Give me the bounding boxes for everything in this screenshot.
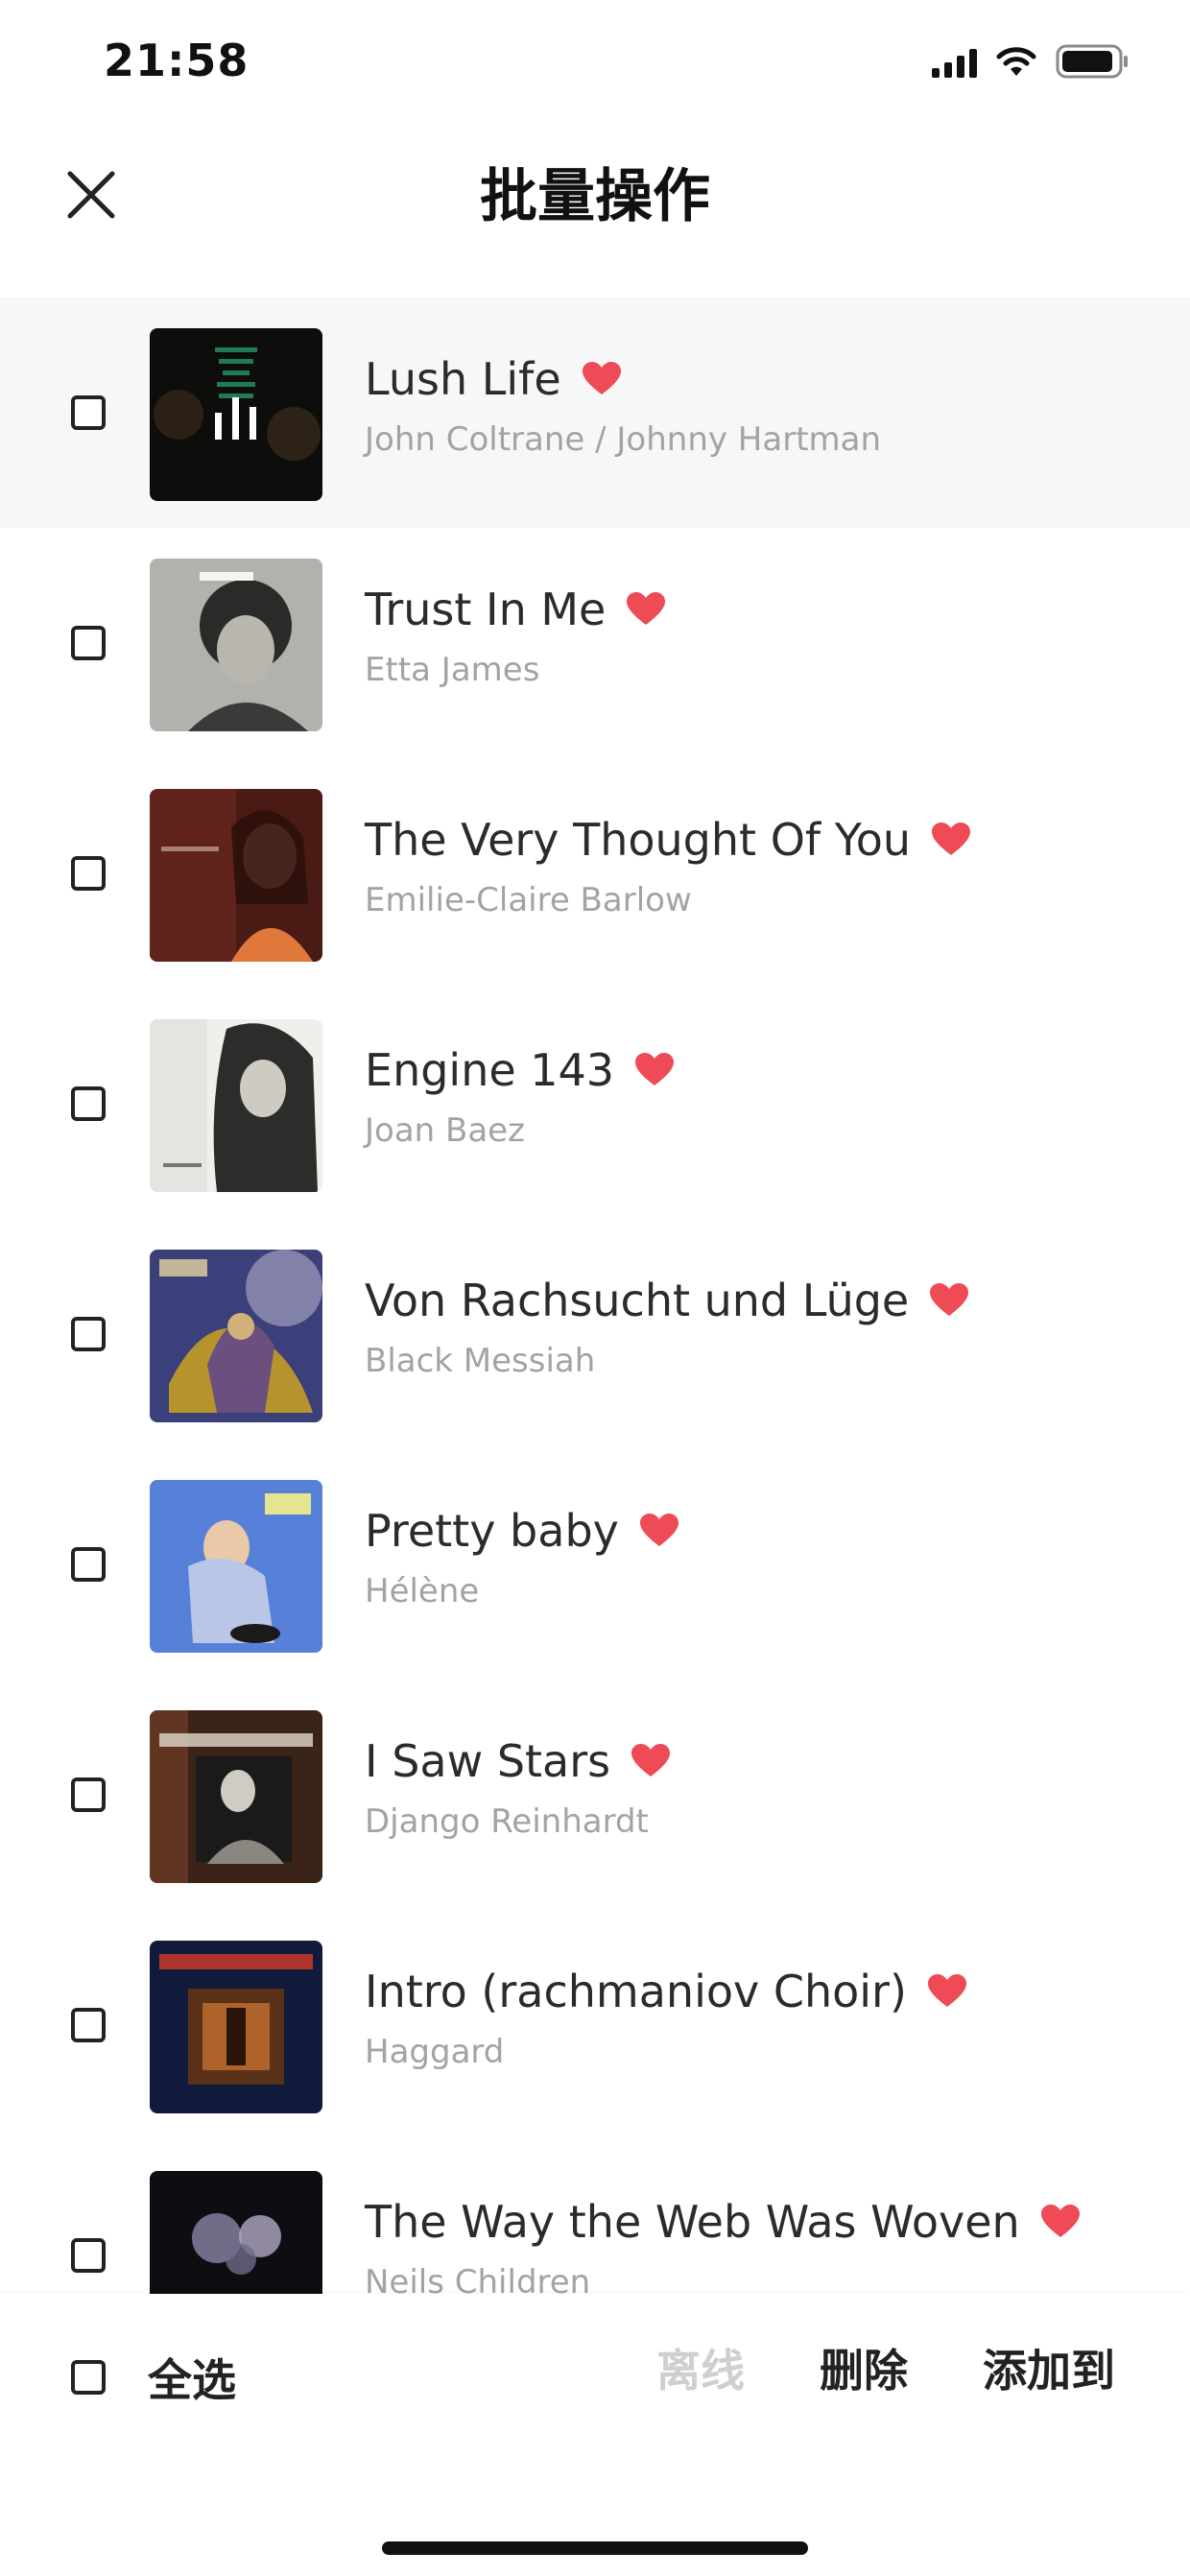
song-artist: Django Reinhardt [365,1802,649,1841]
song-info: The Very Thought Of You Emilie-Claire Ba… [365,814,1152,919]
song-info: Pretty baby Hélène [365,1505,1152,1610]
song-row[interactable]: Von Rachsucht und Lüge Black Messiah [0,1219,1190,1449]
song-artist: Etta James [365,651,540,689]
song-row[interactable]: The Very Thought Of You Emilie-Claire Ba… [0,758,1190,989]
album-cover [150,2171,322,2294]
playing-indicator-icon [215,397,256,440]
song-title: Intro (rachmaniov Choir) [365,1966,907,2017]
song-title: I Saw Stars [365,1735,611,1787]
home-indicator[interactable] [382,2541,808,2555]
heart-icon[interactable] [1040,2205,1080,2239]
song-artist: Black Messiah [365,1342,596,1380]
song-title: Von Rachsucht und Lüge [365,1275,910,1326]
song-artist: John Coltrane / Johnny Hartman [365,420,882,459]
album-cover [150,559,322,731]
song-title: Pretty baby [365,1505,619,1557]
song-info: Von Rachsucht und Lüge Black Messiah [365,1275,1152,1380]
delete-button[interactable]: 删除 [820,2336,908,2399]
cellular-signal-icon [932,45,977,78]
add-to-button[interactable]: 添加到 [983,2336,1115,2399]
heart-icon[interactable] [930,1283,969,1318]
row-checkbox[interactable] [71,1777,106,1812]
song-info: Lush Life John Coltrane / Johnny Hartman [365,353,1152,459]
song-list: Lush Life John Coltrane / Johnny Hartman… [0,298,1190,2294]
row-checkbox[interactable] [71,626,106,660]
album-cover [150,1710,322,1883]
song-artist: Emilie-Claire Barlow [365,881,692,919]
song-title: The Way the Web Was Woven [365,2196,1020,2248]
bottom-action-bar: 全选 离线 删除 添加到 [0,2294,1190,2576]
song-row[interactable]: Lush Life John Coltrane / Johnny Hartman [0,298,1190,528]
heart-icon[interactable] [635,1053,675,1087]
song-info: Engine 143 Joan Baez [365,1044,1152,1150]
heart-icon[interactable] [627,592,666,627]
song-row[interactable]: Trust In Me Etta James [0,528,1190,758]
album-cover [150,328,322,501]
album-cover [150,789,322,962]
row-checkbox[interactable] [71,395,106,430]
song-title: The Very Thought Of You [365,814,912,866]
row-checkbox[interactable] [71,1317,106,1351]
song-info: I Saw Stars Django Reinhardt [365,1735,1152,1841]
batch-actions: 离线 删除 添加到 [656,2336,1115,2399]
album-cover [150,1019,322,1192]
song-row[interactable]: Engine 143 Joan Baez [0,989,1190,1219]
song-row[interactable]: Intro (rachmaniov Choir) Haggard [0,1910,1190,2140]
offline-button[interactable]: 离线 [656,2336,745,2399]
song-info: The Way the Web Was Woven Neils Children [365,2196,1152,2294]
heart-icon[interactable] [639,1514,678,1548]
album-cover [150,1250,322,1422]
heart-icon[interactable] [927,1974,966,2009]
wifi-icon [994,45,1038,78]
song-artist: Neils Children [365,2263,591,2294]
status-icons [932,42,1130,81]
battery-icon [1056,44,1130,79]
row-checkbox[interactable] [71,2008,106,2042]
song-artist: Joan Baez [365,1111,525,1150]
song-artist: Haggard [365,2033,505,2071]
song-title: Trust In Me [365,584,607,635]
heart-icon[interactable] [631,1744,671,1778]
song-row[interactable]: Pretty baby Hélène [0,1449,1190,1680]
song-row[interactable]: I Saw Stars Django Reinhardt [0,1680,1190,1910]
heart-icon[interactable] [582,362,621,396]
header: 批量操作 [0,125,1190,298]
row-checkbox[interactable] [71,1547,106,1582]
row-checkbox[interactable] [71,1086,106,1121]
song-info: Intro (rachmaniov Choir) Haggard [365,1966,1152,2071]
row-checkbox[interactable] [71,2238,106,2273]
select-all-checkbox[interactable] [71,2360,106,2395]
song-row[interactable]: The Way the Web Was Woven Neils Children [0,2140,1190,2294]
song-artist: Hélène [365,1572,480,1610]
status-bar: 21:58 [0,0,1190,125]
song-info: Trust In Me Etta James [365,584,1152,689]
heart-icon[interactable] [932,823,971,857]
album-cover [150,1480,322,1653]
song-title: Lush Life [365,353,561,405]
select-all-toggle[interactable]: 全选 [71,2346,236,2409]
album-cover [150,1941,322,2113]
page-title: 批量操作 [480,163,710,230]
status-time: 21:58 [104,35,250,86]
song-title: Engine 143 [365,1044,615,1096]
row-checkbox[interactable] [71,856,106,891]
select-all-label: 全选 [148,2354,236,2406]
